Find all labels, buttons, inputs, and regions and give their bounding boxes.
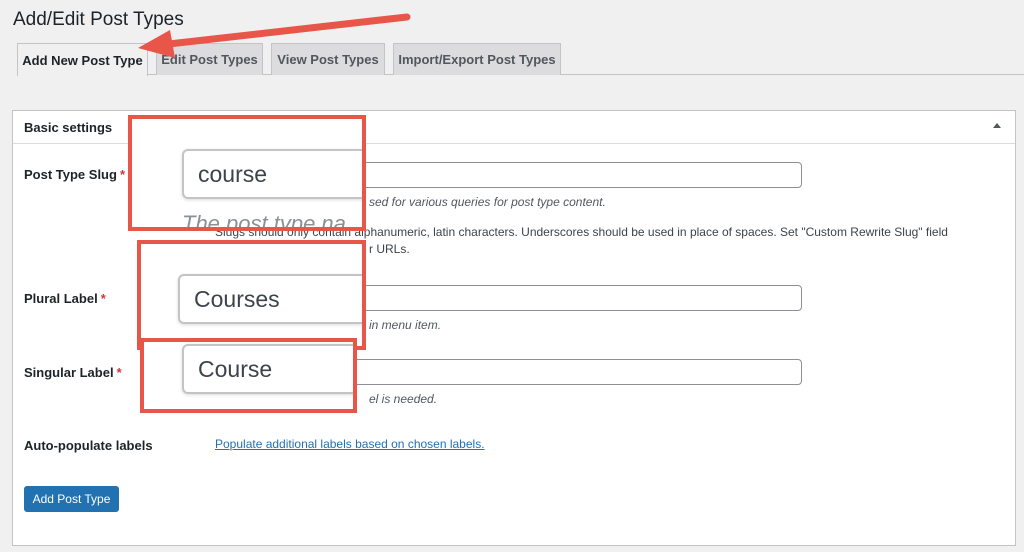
slug-zoom-field: course (182, 149, 362, 199)
singular-zoom-field: Course (182, 344, 353, 394)
singular-label-label: Singular Label * (24, 365, 122, 380)
plural-label-description: in menu item. (369, 318, 442, 332)
plural-label-label: Plural Label * (24, 291, 106, 306)
tab-edit-post-types[interactable]: Edit Post Types (156, 43, 263, 75)
plural-zoom-callout: Courses (137, 240, 366, 350)
plural-label-text: Plural Label (24, 291, 98, 306)
tab-add-new-post-type[interactable]: Add New Post Type (17, 43, 148, 76)
required-marker: * (100, 291, 106, 306)
slug-zoom-ghost-text: The post type na (182, 211, 346, 231)
arrow-shaft (156, 13, 411, 49)
populate-labels-link[interactable]: Populate additional labels based on chos… (215, 437, 485, 451)
tab-bar: Add New Post Type Edit Post Types View P… (17, 43, 1024, 76)
add-post-type-button[interactable]: Add Post Type (24, 486, 119, 512)
post-type-slug-description: sed for various queries for post type co… (369, 195, 606, 209)
post-type-slug-label: Post Type Slug * (24, 167, 125, 182)
singular-label-text: Singular Label (24, 365, 114, 380)
collapse-toggle-icon[interactable] (993, 123, 1001, 128)
tab-import-export-post-types[interactable]: Import/Export Post Types (393, 43, 561, 75)
tab-view-post-types[interactable]: View Post Types (271, 43, 385, 75)
plural-zoom-field: Courses (178, 274, 362, 324)
required-marker: * (119, 167, 125, 182)
page-title: Add/Edit Post Types (13, 9, 184, 30)
singular-label-description: el is needed. (369, 392, 438, 406)
singular-zoom-callout: Course (140, 338, 357, 413)
required-marker: * (116, 365, 122, 380)
auto-populate-label: Auto-populate labels (24, 438, 153, 453)
panel-title: Basic settings (24, 119, 113, 135)
post-type-slug-label-text: Post Type Slug (24, 167, 117, 182)
slug-zoom-callout: course The post type na (128, 115, 366, 231)
post-type-slug-note-continued: r URLs. (369, 242, 410, 256)
